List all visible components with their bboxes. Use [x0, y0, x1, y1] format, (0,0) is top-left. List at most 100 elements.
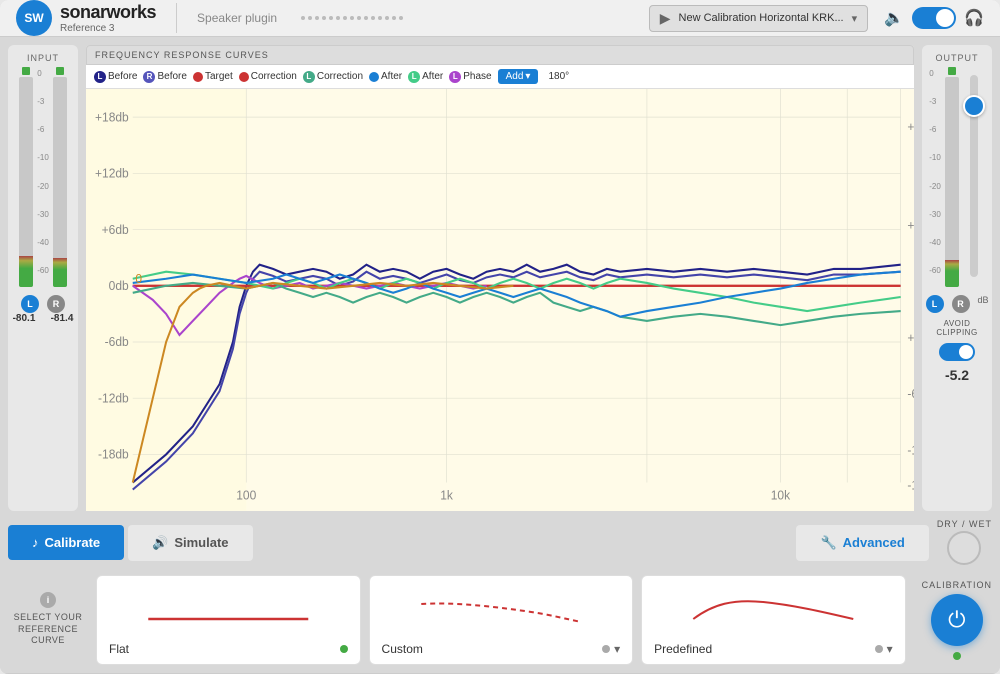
dot-15 [399, 16, 403, 20]
before-r-dot: R [143, 71, 155, 83]
input-meter: INPUT 0 -3 -6 -10 -20 -30 -40 [8, 45, 78, 511]
out-scale-minus10: -10 [929, 153, 941, 162]
svg-text:+60°: +60° [907, 331, 914, 345]
simulate-tab[interactable]: 🔊 Simulate [128, 525, 252, 561]
dots [301, 16, 403, 20]
app-container: SW sonarworks Reference 3 Speaker plugin [0, 0, 1000, 674]
music-note-icon: ♪ [32, 535, 39, 550]
predefined-curve-card[interactable]: Predefined ▾ [641, 575, 906, 665]
add-button[interactable]: Add ▾ [498, 69, 539, 84]
info-icon[interactable]: i [40, 592, 56, 608]
input-l-fill [19, 256, 33, 288]
dot-2 [308, 16, 312, 20]
svg-text:1k: 1k [440, 488, 453, 502]
before-l-dot: L [94, 71, 106, 83]
predefined-dropdown-icon[interactable]: ▾ [887, 642, 893, 656]
calibration-section: CALIBRATION ⏻ [922, 575, 992, 665]
r-badge: R [47, 295, 65, 313]
input-l-led [22, 67, 30, 75]
advanced-label: Advanced [843, 535, 905, 550]
svg-text:+18db: +18db [95, 110, 129, 124]
dot-7 [343, 16, 347, 20]
dot-3 [315, 16, 319, 20]
input-r-bar [53, 77, 67, 287]
legend-correction-dot[interactable]: Correction [239, 71, 297, 82]
custom-curve-card[interactable]: Custom ▾ [369, 575, 634, 665]
after-dot [369, 72, 379, 82]
scale-0: 0 [37, 69, 49, 78]
graph-area: FREQUENCY RESPONSE CURVES L Before R Bef… [86, 45, 914, 511]
output-l-led [948, 67, 956, 75]
db-unit-label: dB [978, 295, 989, 313]
custom-card-footer: Custom ▾ [382, 642, 621, 656]
input-r-value: -81.4 [47, 313, 77, 324]
dry-wet-section: DRY / WET [937, 519, 992, 567]
svg-text:-120°: -120° [907, 443, 914, 457]
brand-name: sonarworks [60, 2, 156, 23]
predefined-curve-svg [654, 584, 893, 634]
custom-inactive-dot [602, 645, 610, 653]
phase-l-text: Phase [463, 71, 491, 82]
dot-12 [378, 16, 382, 20]
out-scale-minus60: -60 [929, 266, 941, 275]
custom-curve-name: Custom [382, 642, 423, 656]
correction-l-text: Correction [317, 71, 363, 82]
calibration-power-button[interactable]: ⏻ [931, 594, 983, 646]
dot-5 [329, 16, 333, 20]
calibration-name: New Calibration Horizontal KRK... [679, 12, 844, 24]
advanced-button[interactable]: 🔧 Advanced [796, 525, 928, 561]
legend-correction-l[interactable]: L Correction [303, 71, 363, 83]
flat-curve-svg [109, 584, 348, 634]
target-text: Target [205, 71, 233, 82]
predefined-curve-name: Predefined [654, 642, 712, 656]
correction-l-dot: L [303, 71, 315, 83]
output-slider[interactable] [963, 67, 985, 277]
scale-minus60: -60 [37, 266, 49, 275]
logo-area: SW sonarworks Reference 3 [16, 0, 156, 36]
phase-l-dot: L [449, 71, 461, 83]
dry-wet-knob[interactable] [947, 531, 981, 565]
flat-curve-card[interactable]: Flat [96, 575, 361, 665]
custom-dropdown-icon[interactable]: ▾ [614, 642, 620, 656]
out-scale-minus20: -20 [929, 182, 941, 191]
svg-text:-6db: -6db [105, 335, 129, 349]
audio-toggle[interactable] [912, 7, 956, 29]
legend-after-plain[interactable]: After [369, 71, 402, 82]
output-l-fill [945, 260, 959, 287]
header-controls: 🔈 🎧 [884, 7, 984, 29]
plugin-type: Speaker plugin [197, 11, 277, 25]
legend-target[interactable]: Target [193, 71, 233, 82]
avoid-clipping-label: AVOID CLIPPING [926, 319, 988, 337]
output-label: OUTPUT [936, 53, 979, 63]
output-value: -5.2 [945, 367, 969, 383]
predefined-inactive-dot [875, 645, 883, 653]
curve-selector-row: i SELECT YOUR REFERENCE CURVE Flat [8, 575, 992, 665]
slider-track [970, 75, 978, 277]
scale-minus10: -10 [37, 153, 49, 162]
correction-text-plain: Correction [251, 71, 297, 82]
out-l-badge: L [926, 295, 944, 313]
curve-legend: L Before R Before Target Correction L [86, 65, 914, 89]
channel-badges: L R [21, 295, 65, 313]
dots-area [293, 16, 633, 20]
dot-10 [364, 16, 368, 20]
legend-after-l[interactable]: L After [408, 71, 443, 83]
select-label-area: i SELECT YOUR REFERENCE CURVE [8, 575, 88, 665]
avoid-clipping-toggle[interactable] [939, 343, 975, 361]
legend-before-r[interactable]: R Before [143, 71, 186, 83]
before-r-text: Before [157, 71, 186, 82]
slider-thumb[interactable] [963, 95, 985, 117]
brand-text: sonarworks Reference 3 [60, 2, 156, 34]
header: SW sonarworks Reference 3 Speaker plugin [0, 0, 1000, 37]
legend-before-l[interactable]: L Before [94, 71, 137, 83]
calibration-selector[interactable]: ▶ New Calibration Horizontal KRK... ▾ [649, 5, 868, 32]
legend-phase-l[interactable]: L Phase [449, 71, 491, 83]
calibrate-tab[interactable]: ♪ Calibrate [8, 525, 124, 560]
dry-wet-label: DRY / WET [937, 519, 992, 529]
speaker-icon: 🔈 [884, 8, 904, 28]
meter-values: -80.1 -81.4 [9, 313, 77, 324]
dot-14 [392, 16, 396, 20]
custom-curve-svg [382, 584, 621, 634]
scale-minus30: -30 [37, 210, 49, 219]
svg-text:10k: 10k [771, 488, 791, 502]
